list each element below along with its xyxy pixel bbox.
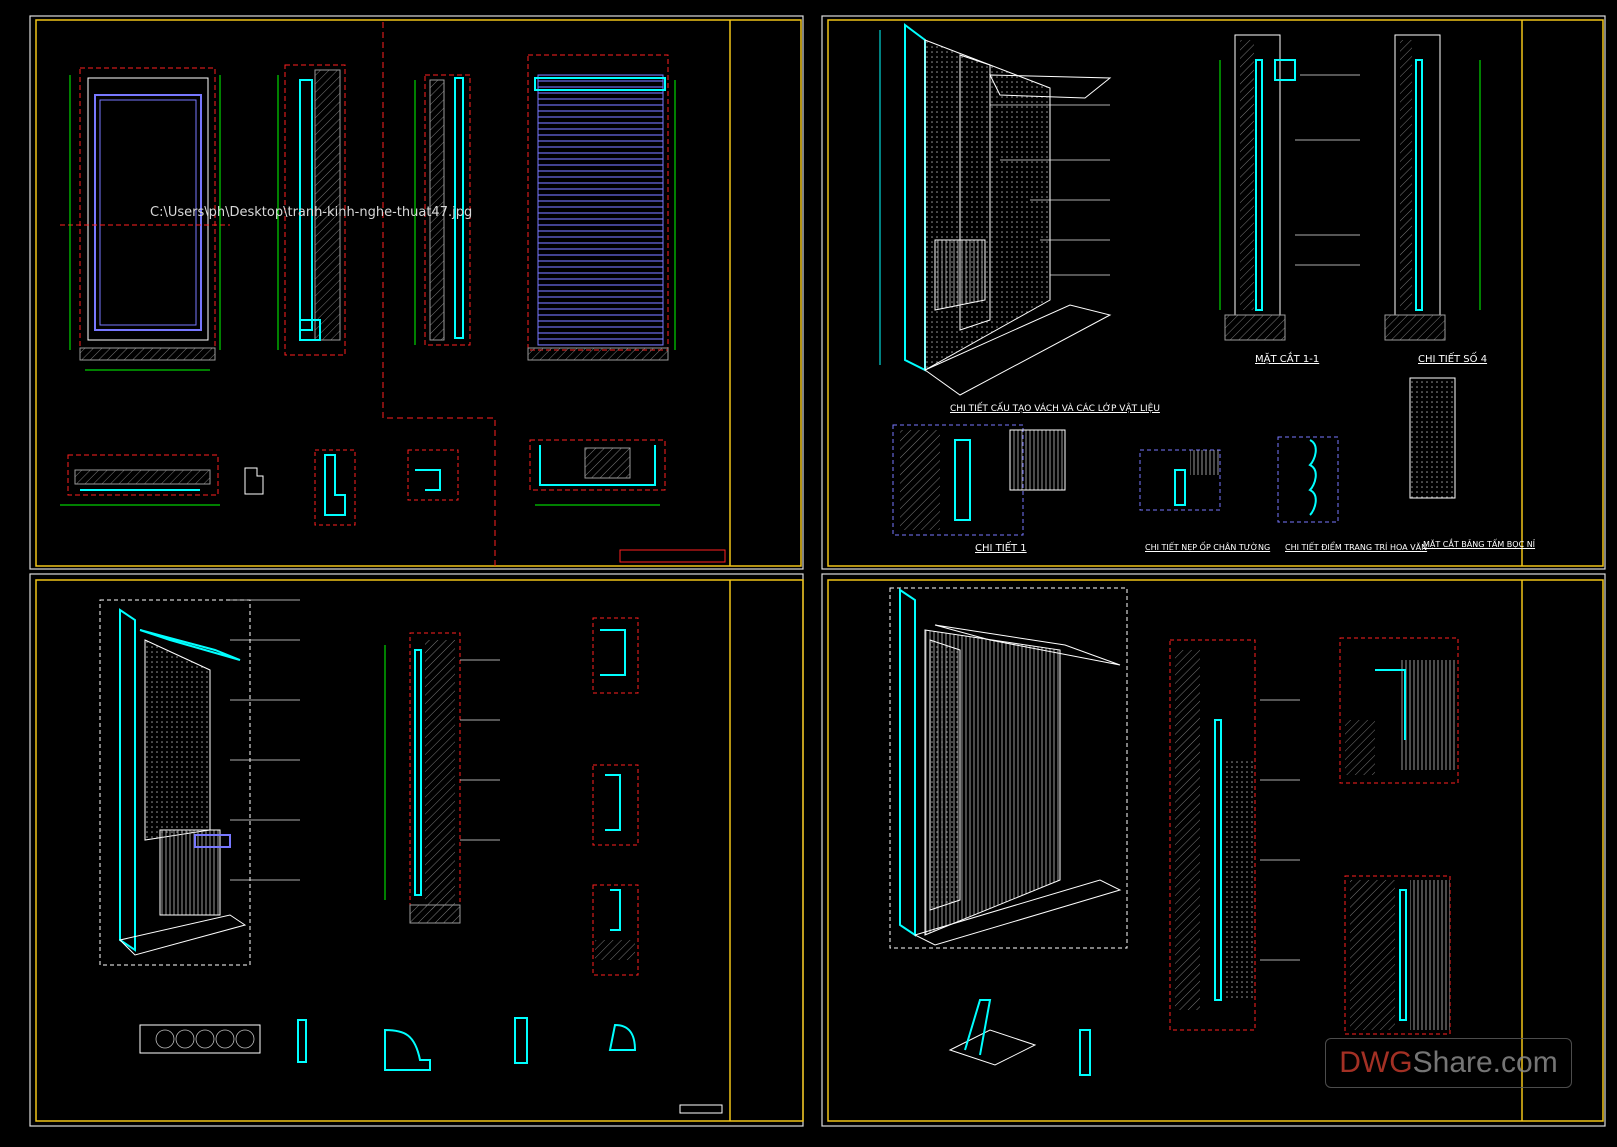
label-wall-structure-detail: CHI TIẾT CẤU TẠO VÁCH VÀ CÁC LỚP VẬT LIỆ…: [950, 404, 1160, 414]
watermark-part2: Share.com: [1412, 1046, 1558, 1079]
watermark-part1: DWG: [1339, 1046, 1413, 1079]
dwgshare-watermark: DWG Share.com: [1325, 1038, 1572, 1088]
cad-drawing-canvas: [29, 15, 1606, 1127]
label-detail-4: CHI TIẾT SỐ 4: [1418, 354, 1488, 365]
sheet-top-left: [60, 22, 726, 566]
sheet-top-right: [879, 23, 1481, 536]
file-path-text: C:\Users\ph\Desktop\tranh-kinh-nghe-thua…: [150, 205, 473, 220]
label-baseboard-detail: CHI TIẾT NẸP ỐP CHÂN TƯỜNG: [1145, 543, 1271, 552]
label-panel-section: MẶT CẮT BẢNG TẤM BỌC NỈ: [1423, 540, 1536, 549]
label-decor-detail: CHI TIẾT ĐIỂM TRANG TRÍ HOA VĂN: [1285, 543, 1428, 552]
sheet-bottom-right: [889, 587, 1459, 1076]
sheet-bottom-left: [99, 599, 723, 1114]
label-section-1-1: MẶT CẮT 1-1: [1255, 354, 1320, 365]
label-detail-1: CHI TIẾT 1: [975, 543, 1027, 554]
